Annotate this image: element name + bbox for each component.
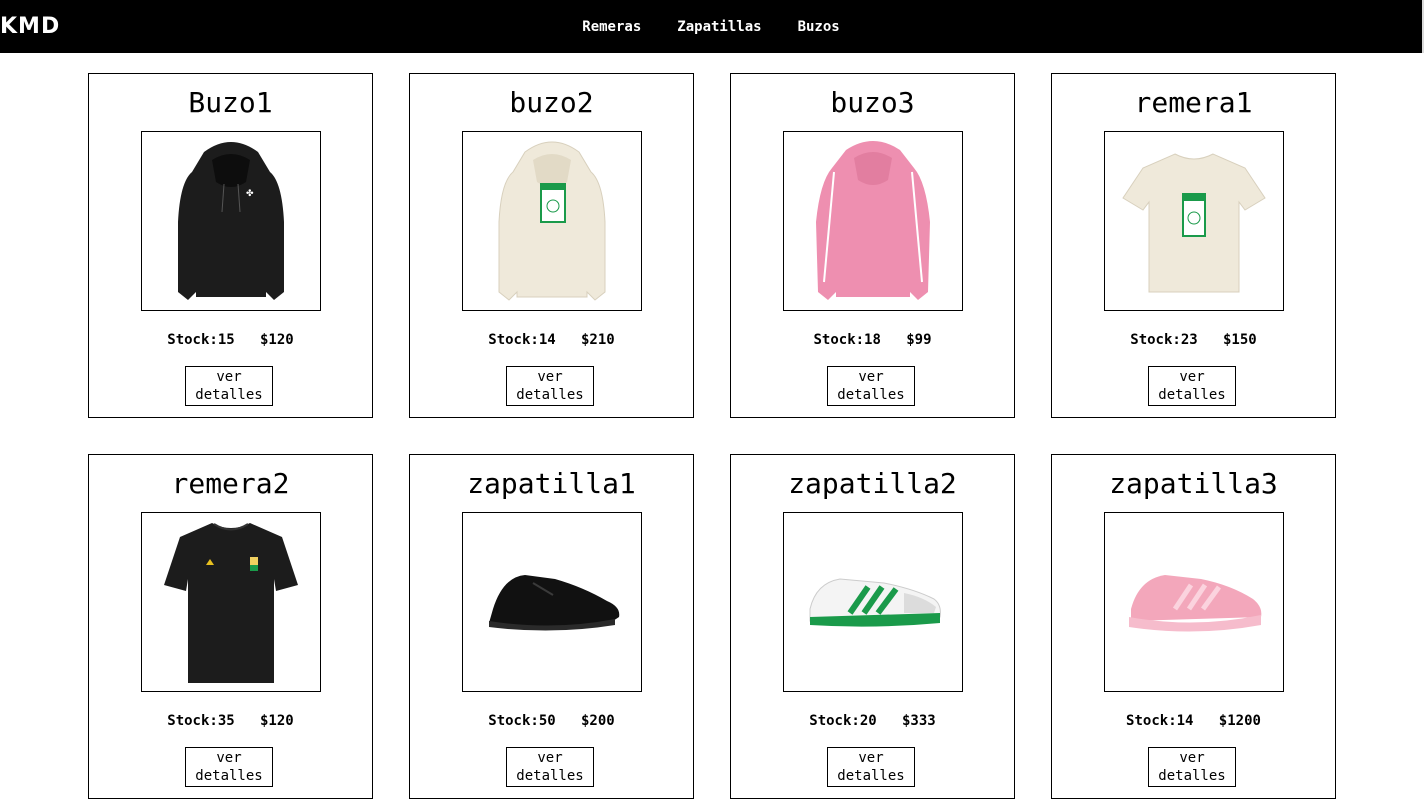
button-label-line2: detalles <box>837 387 905 403</box>
product-stock: Stock:14 <box>1126 713 1194 729</box>
product-stock: Stock:15 <box>167 332 235 348</box>
navbar: KMD Remeras Zapatillas Buzos <box>0 0 1424 53</box>
button-label-line2: detalles <box>516 387 584 403</box>
button-label-line1: ver <box>858 750 884 766</box>
black-tshirt-image <box>164 523 298 683</box>
product-image-frame <box>141 512 321 692</box>
button-label-line1: ver <box>1179 750 1205 766</box>
ver-detalles-button[interactable]: ver detalles <box>1148 747 1236 787</box>
product-price: $120 <box>260 713 294 729</box>
svg-text:✤: ✤ <box>246 189 254 199</box>
pink-sneaker-image <box>1129 575 1262 632</box>
product-meta: Stock:14 $1200 <box>1052 713 1335 729</box>
product-stock: Stock:14 <box>488 332 556 348</box>
product-card: zapatilla2 Stock:20 $333 ver detalles <box>730 454 1015 799</box>
product-stock: Stock:20 <box>809 713 877 729</box>
product-stock: Stock:18 <box>813 332 881 348</box>
product-image-frame <box>462 512 642 692</box>
product-card: zapatilla1 Stock:50 $200 ver detalles <box>409 454 694 799</box>
product-card: remera1 Stock:23 $150 ver detalles <box>1051 73 1336 418</box>
nav-links: Remeras Zapatillas Buzos <box>0 19 1422 35</box>
product-title: remera1 <box>1134 86 1253 119</box>
button-label-line2: detalles <box>1158 387 1226 403</box>
product-meta: Stock:14 $210 <box>410 332 693 348</box>
cream-hoodie-image <box>498 141 606 301</box>
product-title: remera2 <box>171 467 290 500</box>
ver-detalles-button[interactable]: ver detalles <box>827 366 915 406</box>
product-title: Buzo1 <box>188 86 273 119</box>
product-title: zapatilla2 <box>788 467 957 500</box>
black-hoodie-image: ✤ <box>178 142 284 300</box>
product-card: remera2 Stock:35 $120 ver detalles <box>88 454 373 799</box>
pink-hoodie-image <box>816 141 930 300</box>
product-card: zapatilla3 Stock:14 $1200 ver detalles <box>1051 454 1336 799</box>
product-price: $99 <box>906 332 932 348</box>
button-label-line1: ver <box>216 750 242 766</box>
button-label-line1: ver <box>537 369 563 385</box>
product-meta: Stock:18 $99 <box>731 332 1014 348</box>
product-card: buzo3 Stock:18 $99 ver detalles <box>730 73 1015 418</box>
product-meta: Stock:20 $333 <box>731 713 1014 729</box>
button-label-line1: ver <box>537 750 563 766</box>
button-label-line2: detalles <box>195 768 263 784</box>
button-label-line2: detalles <box>1158 768 1226 784</box>
product-meta: Stock:50 $200 <box>410 713 693 729</box>
product-stock: Stock:50 <box>488 713 556 729</box>
ver-detalles-button[interactable]: ver detalles <box>506 366 594 406</box>
product-price: $1200 <box>1218 713 1261 729</box>
ver-detalles-button[interactable]: ver detalles <box>185 747 273 787</box>
product-image-frame <box>1104 131 1284 311</box>
product-title: zapatilla1 <box>467 467 636 500</box>
product-price: $200 <box>581 713 615 729</box>
product-image-frame: ✤ <box>141 131 321 311</box>
product-card: Buzo1 ✤ Stock:15 $120 ver detalles <box>88 73 373 418</box>
product-meta: Stock:35 $120 <box>89 713 372 729</box>
product-title: buzo2 <box>509 86 594 119</box>
product-image-frame <box>783 131 963 311</box>
product-price: $120 <box>260 332 294 348</box>
product-title: zapatilla3 <box>1109 467 1278 500</box>
product-card: buzo2 Stock:14 $210 ver detalles <box>409 73 694 418</box>
product-image-frame <box>1104 512 1284 692</box>
product-meta: Stock:23 $150 <box>1052 332 1335 348</box>
cream-tshirt-image <box>1122 153 1266 293</box>
product-stock: Stock:23 <box>1130 332 1198 348</box>
ver-detalles-button[interactable]: ver detalles <box>1148 366 1236 406</box>
product-price: $210 <box>581 332 615 348</box>
button-label-line2: detalles <box>195 387 263 403</box>
button-label-line2: detalles <box>516 768 584 784</box>
button-label-line1: ver <box>216 369 242 385</box>
product-price: $333 <box>902 713 936 729</box>
product-title: buzo3 <box>830 86 915 119</box>
button-label-line1: ver <box>1179 369 1205 385</box>
product-stock: Stock:35 <box>167 713 235 729</box>
nav-link-remeras[interactable]: Remeras <box>582 19 641 35</box>
nav-link-buzos[interactable]: Buzos <box>798 19 840 35</box>
product-grid: Buzo1 ✤ Stock:15 $120 ver detalles buzo2 <box>88 73 1336 799</box>
product-image-frame <box>462 131 642 311</box>
ver-detalles-button[interactable]: ver detalles <box>827 747 915 787</box>
ver-detalles-button[interactable]: ver detalles <box>185 366 273 406</box>
button-label-line2: detalles <box>837 768 905 784</box>
product-price: $150 <box>1223 332 1257 348</box>
nav-link-zapatillas[interactable]: Zapatillas <box>677 19 761 35</box>
black-sneaker-image <box>489 575 620 631</box>
product-meta: Stock:15 $120 <box>89 332 372 348</box>
product-image-frame <box>783 512 963 692</box>
button-label-line1: ver <box>858 369 884 385</box>
ver-detalles-button[interactable]: ver detalles <box>506 747 594 787</box>
white-green-sneaker-image <box>809 578 941 627</box>
